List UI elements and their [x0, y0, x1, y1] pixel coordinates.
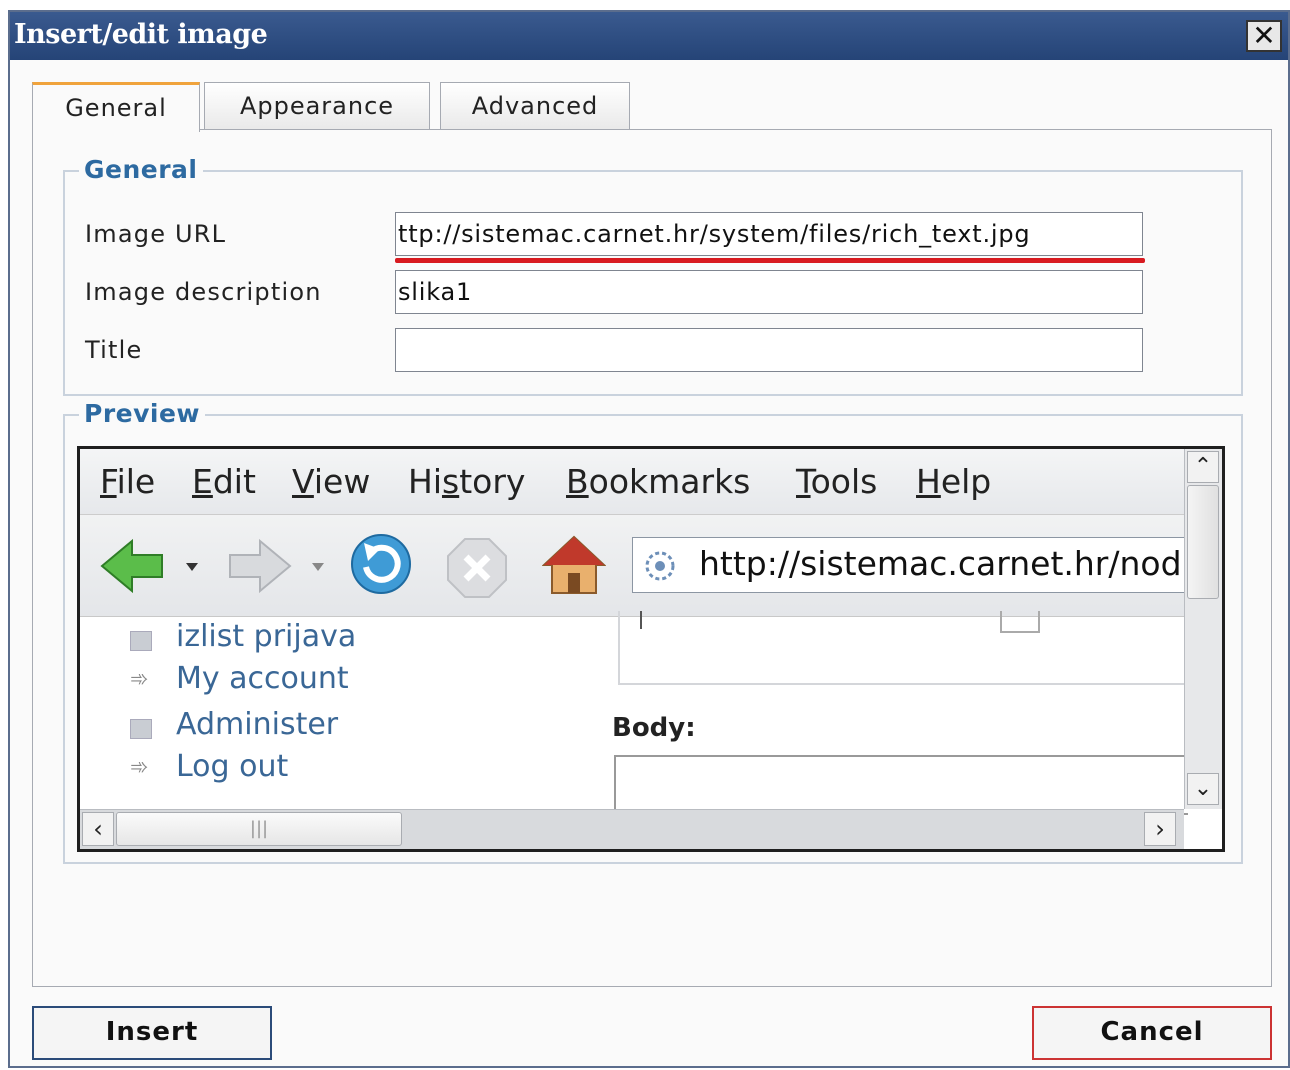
url-highlight-underline [395, 258, 1145, 263]
stop-icon [447, 538, 507, 598]
menu-tools: Tools [796, 462, 878, 501]
scroll-up-icon: ⌃ [1187, 451, 1219, 483]
expand-bullet-icon [130, 719, 152, 739]
forward-arrow-icon [229, 538, 292, 594]
menu-history: History [408, 462, 526, 501]
general-legend: General [79, 155, 203, 184]
cancel-button[interactable]: Cancel [1032, 1006, 1272, 1060]
dialog-titlebar[interactable]: Insert/edit image ✕ [10, 12, 1288, 60]
preview-image: File Edit View History Bookmarks Tools H… [77, 446, 1225, 852]
preview-legend: Preview [79, 399, 206, 428]
horizontal-scroll-thumb: ||| [116, 812, 402, 846]
general-fieldset: General Image URL ttp://sistemac.carnet.… [63, 155, 1243, 396]
body-label: Body: [612, 713, 696, 743]
leaf-arrow-icon: ➾ [130, 755, 149, 780]
tab-panel-general: General Image URL ttp://sistemac.carnet.… [32, 129, 1272, 987]
menu-view: View [292, 462, 371, 501]
reload-icon [351, 534, 411, 594]
tab-general[interactable]: General [32, 82, 200, 132]
tab-advanced[interactable]: Advanced [440, 82, 630, 130]
image-description-field[interactable]: slika1 [395, 270, 1143, 314]
scroll-right-icon: › [1144, 812, 1176, 846]
menu-file: File [100, 462, 156, 501]
preview-vertical-scrollbar: ⌃ ⌄ [1184, 449, 1222, 809]
image-url-field[interactable]: ttp://sistemac.carnet.hr/system/files/ri… [395, 212, 1143, 256]
browser-menubar: File Edit View History Bookmarks Tools H… [80, 449, 1184, 515]
home-icon [542, 535, 606, 594]
scroll-down-icon: ⌄ [1187, 773, 1219, 805]
page-select-frame [618, 611, 1188, 685]
select-arrow-box [1000, 611, 1040, 633]
preview-fieldset: Preview File Edit View History Bookmarks… [63, 399, 1243, 864]
expand-bullet-icon [130, 631, 152, 651]
image-description-label: Image description [85, 278, 322, 306]
address-text: http://sistemac.carnet.hr/nod [699, 544, 1182, 583]
cut-off-text [640, 611, 800, 629]
body-textarea [614, 755, 1188, 815]
sidebar-item-my-account: My account [176, 661, 349, 696]
browser-navbar: http://sistemac.carnet.hr/nod [80, 515, 1192, 617]
preview-horizontal-scrollbar: ‹ ||| › [80, 809, 1184, 849]
image-url-label: Image URL [85, 220, 227, 248]
back-dropdown-icon [186, 563, 198, 571]
site-favicon-icon [645, 551, 675, 581]
title-label: Title [85, 336, 143, 364]
sidebar-item-izlist-prijava: izlist prijava [176, 619, 357, 654]
address-bar: http://sistemac.carnet.hr/nod [632, 537, 1192, 593]
insert-edit-image-dialog: Insert/edit image ✕ General Appearance A… [8, 10, 1290, 1068]
forward-dropdown-icon [312, 563, 324, 571]
tab-appearance[interactable]: Appearance [204, 82, 430, 130]
sidebar-item-administer: Administer [176, 707, 339, 742]
insert-button[interactable]: Insert [32, 1006, 272, 1060]
menu-help: Help [916, 462, 992, 501]
menu-edit: Edit [192, 462, 256, 501]
close-icon[interactable]: ✕ [1246, 20, 1282, 52]
leaf-arrow-icon: ➾ [130, 667, 149, 692]
sidebar-item-log-out: Log out [176, 749, 289, 784]
dialog-title: Insert/edit image [14, 19, 268, 50]
title-field[interactable] [395, 328, 1143, 372]
menu-bookmarks: Bookmarks [566, 462, 751, 501]
preview-page-content: izlist prijava ➾ My account Administer ➾… [80, 611, 1188, 815]
back-arrow-icon [100, 538, 163, 594]
scroll-left-icon: ‹ [82, 812, 114, 846]
vertical-scroll-thumb [1187, 485, 1219, 599]
